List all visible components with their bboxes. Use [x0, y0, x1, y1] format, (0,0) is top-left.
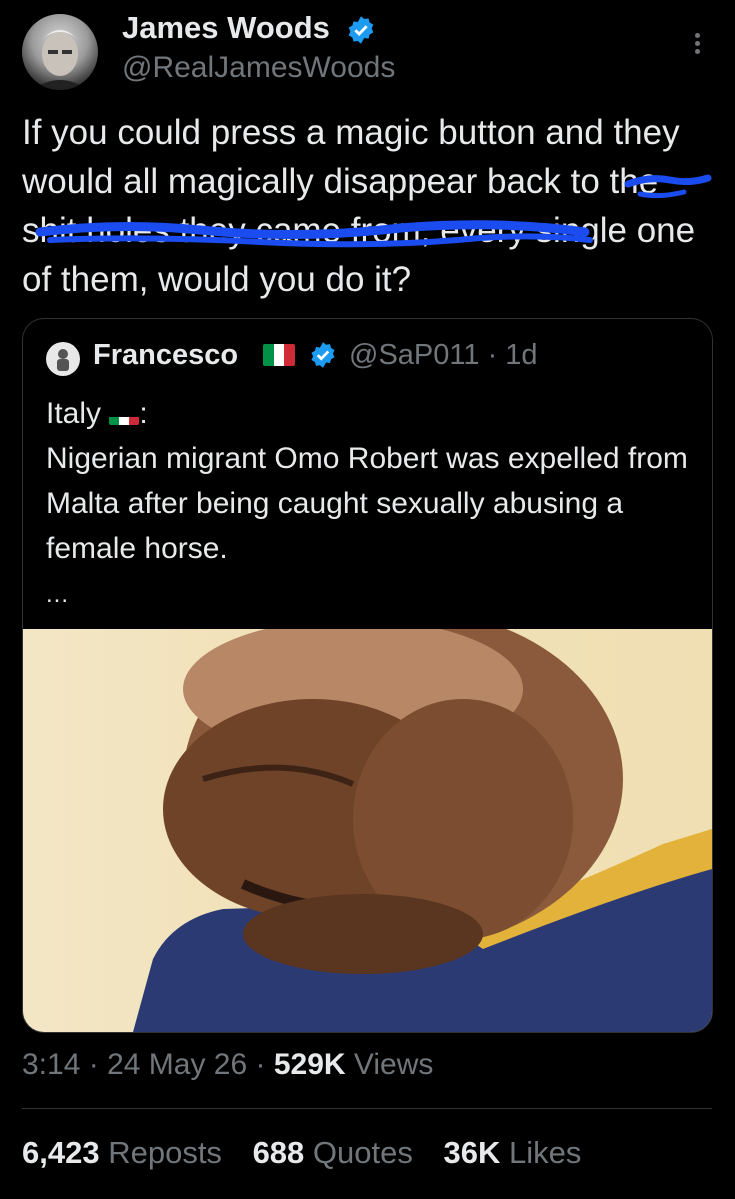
author-name[interactable]: James Woods [122, 10, 330, 46]
quoted-tweet-card[interactable]: Francesco @SaP011 · 1d Italy : Nigerian … [22, 318, 713, 1033]
engagement-stats: 6,423 Reposts 688 Quotes 36K Likes [22, 1135, 603, 1171]
verified-badge-icon [348, 16, 374, 44]
views-label: Views [353, 1048, 434, 1081]
quoted-author-name[interactable]: Francesco [93, 339, 238, 372]
quoted-author-handle[interactable]: @SaP011 · 1d [349, 339, 538, 372]
quotes-stat[interactable]: 688 Quotes [253, 1135, 413, 1170]
italy-flag-icon [263, 344, 295, 366]
divider [22, 1108, 712, 1109]
tweet-time[interactable]: 3:14 [22, 1048, 80, 1081]
avatar-photo [32, 30, 88, 90]
reposts-stat[interactable]: 6,423 Reposts [22, 1135, 222, 1170]
author-handle[interactable]: @RealJamesWoods [122, 51, 395, 85]
tweet-header: James Woods @RealJamesWoods [0, 0, 735, 100]
more-options-icon[interactable] [690, 30, 704, 60]
quoted-verified-badge-icon [311, 342, 335, 368]
views-count: 529K [273, 1048, 346, 1081]
quoted-media-image[interactable] [23, 609, 712, 1032]
quoted-text: Italy : Nigerian migrant Omo Robert was … [46, 391, 696, 571]
quoted-author-avatar[interactable] [46, 342, 80, 376]
quoted-age: 1d [505, 339, 538, 371]
author-avatar[interactable] [22, 14, 98, 90]
tweet-body: If you could press a magic button and th… [22, 108, 722, 304]
tweet-meta: 3:14 · 24 May 26 · 529K Views [22, 1048, 434, 1081]
quoted-ellipsis: ... [46, 581, 70, 608]
quoted-body: Nigerian migrant Omo Robert was expelled… [46, 442, 688, 565]
italy-flag-icon [109, 405, 140, 426]
tweet-date[interactable]: 24 May 26 [107, 1048, 247, 1081]
likes-stat[interactable]: 36K Likes [444, 1135, 582, 1170]
